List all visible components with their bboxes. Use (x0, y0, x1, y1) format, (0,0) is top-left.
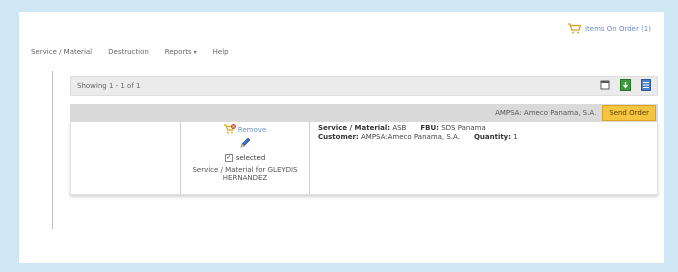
cart-icon (567, 23, 581, 34)
selected-checkbox-row: ✓ selected (224, 154, 266, 162)
divider-line (52, 71, 53, 229)
items-on-order-label: Items On Order (1) (584, 24, 651, 33)
toolbar-icons (600, 79, 651, 93)
order-row: Remove ✓ selected Service / Material for… (70, 122, 658, 195)
document-icon[interactable] (641, 79, 651, 93)
details-line-1: Service / Material: ASB FBU: SDS Panama (318, 124, 649, 133)
service-material-label: Service / Material: (318, 124, 391, 132)
menu-reports[interactable]: Reports ▾ (165, 48, 197, 56)
results-container: Showing 1 - 1 of 1 AMPSA: Ameco Panama, … (70, 76, 658, 211)
menu-service-material[interactable]: Service / Material (31, 48, 92, 56)
menu-help[interactable]: Help (213, 48, 229, 56)
selected-label: selected (235, 154, 266, 162)
edit-pencil-icon[interactable] (239, 137, 251, 151)
results-toolbar: Showing 1 - 1 of 1 (70, 76, 658, 96)
items-on-order-link[interactable]: Items On Order (1) (567, 23, 651, 34)
remove-icon (223, 124, 236, 136)
excel-export-icon[interactable] (620, 79, 631, 93)
showing-count: Showing 1 - 1 of 1 (77, 82, 141, 90)
menu-reports-label: Reports (164, 48, 192, 56)
details-line-2: Customer: AMPSA:Ameco Panama, S.A. Quant… (318, 133, 649, 142)
details-cell: Service / Material: ASB FBU: SDS Panama … (310, 122, 657, 194)
customer-label: Customer: (318, 133, 359, 141)
actions-cell: Remove ✓ selected Service / Material for… (180, 122, 310, 194)
remove-button[interactable]: Remove (223, 124, 267, 136)
window-icon[interactable] (600, 80, 610, 92)
customer-header-bar: AMPSA: Ameco Panama, S.A. Send Order (70, 104, 658, 122)
empty-cell (71, 122, 180, 194)
main-menu: Service / Material Destruction Reports ▾ … (31, 48, 229, 56)
quantity-label: Quantity: (473, 133, 512, 141)
caret-down-icon: ▾ (193, 49, 197, 56)
customer-header-name: AMPSA: Ameco Panama, S.A. (495, 109, 597, 117)
menu-destruction[interactable]: Destruction (108, 48, 149, 56)
fbu-value: SDS Panama (441, 124, 486, 132)
service-for-label: Service / Material for GLEYDIS HERNANDEZ (192, 166, 298, 182)
fbu-label: FBU: (420, 124, 439, 132)
send-order-button[interactable]: Send Order (602, 105, 656, 121)
remove-label: Remove (237, 126, 267, 134)
customer-value: AMPSA:Ameco Panama, S.A. (360, 133, 460, 141)
main-panel: Items On Order (1) Service / Material De… (19, 12, 664, 263)
checkbox-icon[interactable]: ✓ (224, 154, 233, 162)
service-material-value: ASB (392, 124, 407, 132)
quantity-value: 1 (513, 133, 518, 141)
